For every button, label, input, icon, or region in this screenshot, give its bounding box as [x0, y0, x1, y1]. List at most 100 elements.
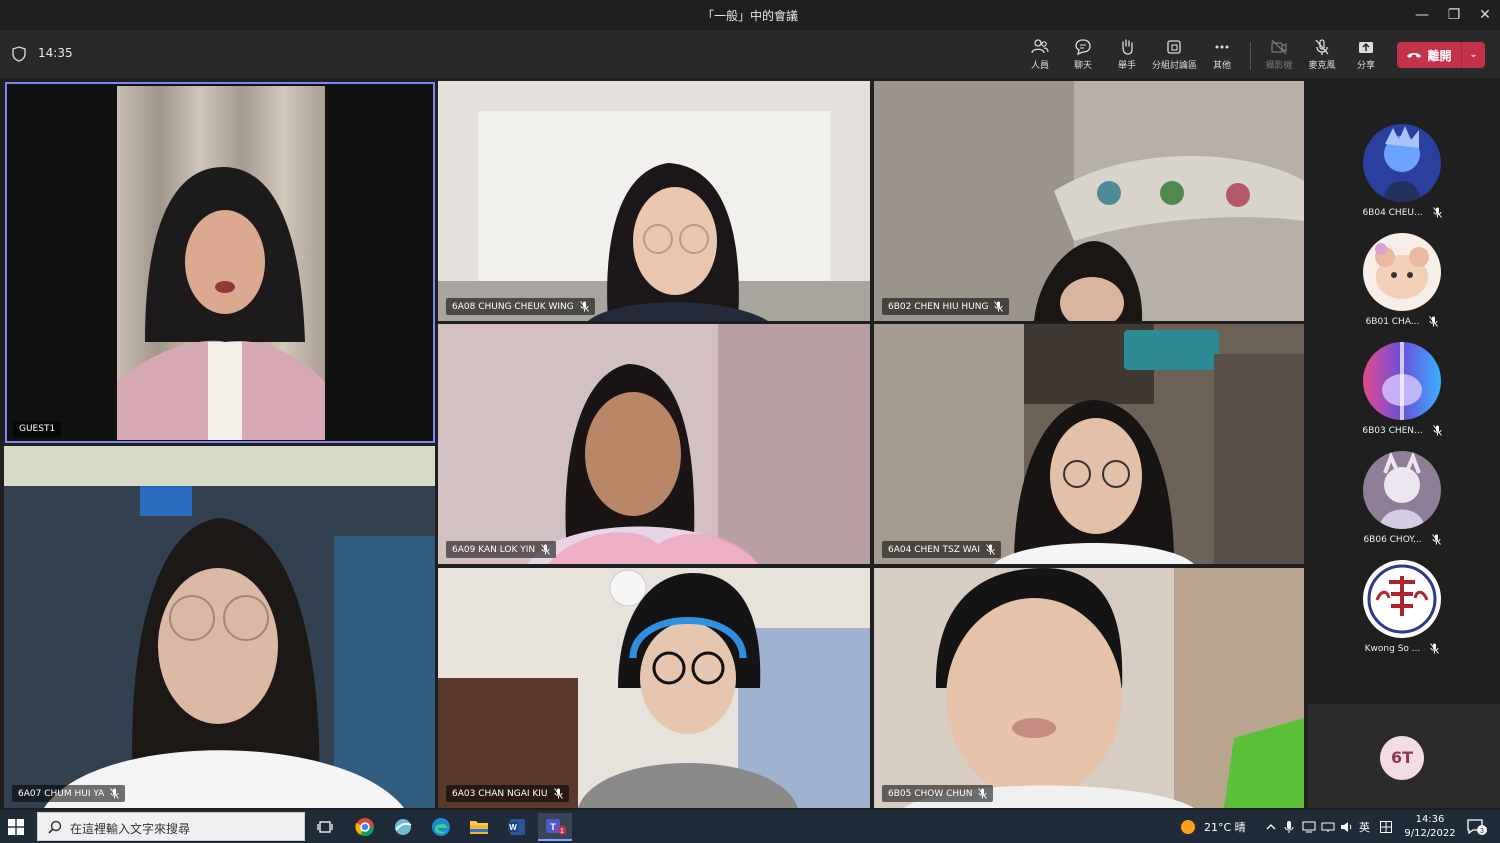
video-stage: GUEST1 6A08 CHUNG CHEUK WING 6B02 CHEN H…: [0, 78, 1500, 810]
svg-text:3: 3: [1480, 828, 1484, 835]
video-tile-6b05[interactable]: 6B05 CHOW CHUN: [874, 568, 1304, 808]
tray-microphone[interactable]: [1284, 810, 1294, 843]
window-title: 「一般」中的會議: [701, 9, 798, 23]
taskbar-app-chrome[interactable]: [348, 813, 382, 841]
windows-taskbar: 在這裡輸入文字來搜尋 W T1 21°C 晴 英 14:36 9/12/2022…: [0, 810, 1500, 843]
minimize-button[interactable]: —: [1406, 0, 1438, 30]
tray-keyboard[interactable]: [1380, 810, 1392, 843]
participant-name-tag: 6B02 CHEN HIU HUNG: [882, 298, 1010, 315]
input-method-indicator[interactable]: 英: [1359, 810, 1370, 843]
tray-display[interactable]: [1302, 810, 1316, 843]
video-tile-6b02[interactable]: 6B02 CHEN HIU HUNG: [874, 81, 1304, 321]
participant-video: [438, 324, 870, 564]
people-icon: [1031, 39, 1049, 54]
restore-button[interactable]: ❐: [1438, 0, 1470, 30]
participant-video: [874, 568, 1304, 808]
gallery-participant[interactable]: 6B01 CHA...: [1362, 233, 1442, 327]
more-button[interactable]: 其他: [1200, 38, 1244, 74]
taskbar-clock[interactable]: 14:36 9/12/2022: [1396, 813, 1464, 841]
taskbar-app-file-explorer[interactable]: [462, 813, 496, 841]
avatar: [1363, 233, 1441, 311]
participant-video: [438, 81, 870, 321]
leave-options-dropdown[interactable]: ⌄: [1461, 42, 1485, 68]
microphone-button[interactable]: 麥克風: [1300, 38, 1344, 74]
teams-icon: T1: [546, 819, 566, 835]
video-tile-6a03[interactable]: 6A03 CHAN NGAI KIU: [438, 568, 870, 808]
leave-button[interactable]: 離開 ⌄: [1397, 42, 1485, 68]
task-view-button[interactable]: [308, 813, 342, 841]
hang-up-icon: [1407, 53, 1422, 58]
breakout-rooms-icon: [1167, 40, 1181, 54]
mic-off-icon: [1430, 643, 1440, 654]
mic-off-icon: [986, 544, 995, 555]
meeting-toolbar: 14:35 人員 聊天 舉手 分組討論區 其他 攝影機 麥克風 分享 離開 ⌄: [0, 30, 1500, 78]
avatar: [1363, 560, 1441, 638]
chrome-icon: [355, 818, 374, 837]
video-tile-guest1[interactable]: GUEST1: [5, 82, 435, 443]
sun-icon: [1181, 819, 1195, 834]
notification-center-button[interactable]: 3: [1466, 810, 1488, 843]
show-hidden-icons-button[interactable]: [1265, 810, 1277, 843]
avatar: [1363, 451, 1441, 529]
close-button[interactable]: ✕: [1469, 0, 1500, 30]
gallery-participant[interactable]: 6B03 CHEN...: [1362, 342, 1442, 436]
video-tile-6a08[interactable]: 6A08 CHUNG CHEUK WING: [438, 81, 870, 321]
meeting-timer: 14:35: [38, 46, 73, 60]
mic-off-icon: [1432, 425, 1442, 436]
mic-off-icon: [579, 301, 589, 312]
participant-name-tag: 6A07 CHUM HUI YA: [12, 785, 126, 802]
participant-video: [117, 86, 325, 440]
microphone-icon: [1284, 820, 1294, 833]
participant-video: [874, 81, 1304, 321]
video-tile-6a09[interactable]: 6A09 KAN LOK YIN: [438, 324, 870, 564]
participant-name-tag: 6A08 CHUNG CHEUK WING: [446, 298, 595, 315]
breakout-rooms-button[interactable]: 分組討論區: [1152, 38, 1197, 74]
display-icon: [1302, 821, 1316, 832]
more-icon: [1215, 45, 1229, 49]
camera-button[interactable]: 攝影機: [1257, 38, 1301, 74]
chevron-up-icon: [1266, 823, 1276, 829]
keyboard-grid-icon: [1380, 820, 1392, 833]
video-tile-6a04[interactable]: 6A04 CHEN TSZ WAI: [874, 324, 1304, 564]
mic-off-icon: [1429, 316, 1439, 327]
mic-off-icon: [994, 301, 1004, 312]
chat-button[interactable]: 聊天: [1061, 38, 1105, 74]
gallery-participant[interactable]: 6B06 CHOY...: [1362, 451, 1442, 545]
speaker-icon: [1341, 821, 1352, 832]
svg-text:1: 1: [560, 828, 564, 835]
tray-network[interactable]: [1321, 810, 1335, 843]
network-icon: [1321, 822, 1335, 832]
participant-name-tag: 6A04 CHEN TSZ WAI: [882, 541, 1001, 558]
mic-off-icon: [1431, 534, 1441, 545]
taskbar-app-teams[interactable]: T1: [538, 813, 572, 841]
people-button[interactable]: 人員: [1018, 38, 1062, 74]
tray-volume[interactable]: [1340, 810, 1354, 843]
taskbar-app-word[interactable]: W: [500, 813, 534, 841]
svg-text:T: T: [550, 822, 556, 832]
weather-widget[interactable]: 21°C 晴: [1180, 810, 1246, 843]
word-icon: W: [508, 819, 525, 835]
chat-icon: [1075, 39, 1091, 56]
participant-video: [4, 446, 435, 808]
taskbar-search-box[interactable]: 在這裡輸入文字來搜尋: [37, 812, 305, 841]
mic-off-icon: [110, 788, 120, 799]
video-tile-6a07[interactable]: 6A07 CHUM HUI YA: [4, 446, 435, 808]
share-button[interactable]: 分享: [1344, 38, 1388, 74]
share-icon: [1359, 42, 1373, 53]
title-bar: 「一般」中的會議 — ❐ ✕: [0, 0, 1500, 30]
leave-main-button[interactable]: 離開: [1397, 42, 1461, 68]
raise-hand-button[interactable]: 舉手: [1105, 38, 1149, 74]
participant-name-tag: GUEST1: [13, 421, 62, 437]
avatar: [1363, 124, 1441, 202]
gallery-participant[interactable]: Kwong So ...: [1362, 560, 1442, 654]
gallery-participant[interactable]: 6B04 CHEU...: [1362, 124, 1442, 218]
taskbar-app-edge[interactable]: [424, 813, 458, 841]
windows-start-icon[interactable]: [8, 819, 24, 835]
folder-icon: [470, 821, 488, 834]
participant-name-tag: 6A09 KAN LOK YIN: [446, 541, 557, 558]
mic-off-icon: [1315, 39, 1329, 55]
search-icon: [48, 820, 62, 834]
taskbar-app-browser[interactable]: [386, 813, 420, 841]
self-view[interactable]: 6T: [1308, 704, 1500, 808]
svg-text:W: W: [509, 823, 517, 832]
